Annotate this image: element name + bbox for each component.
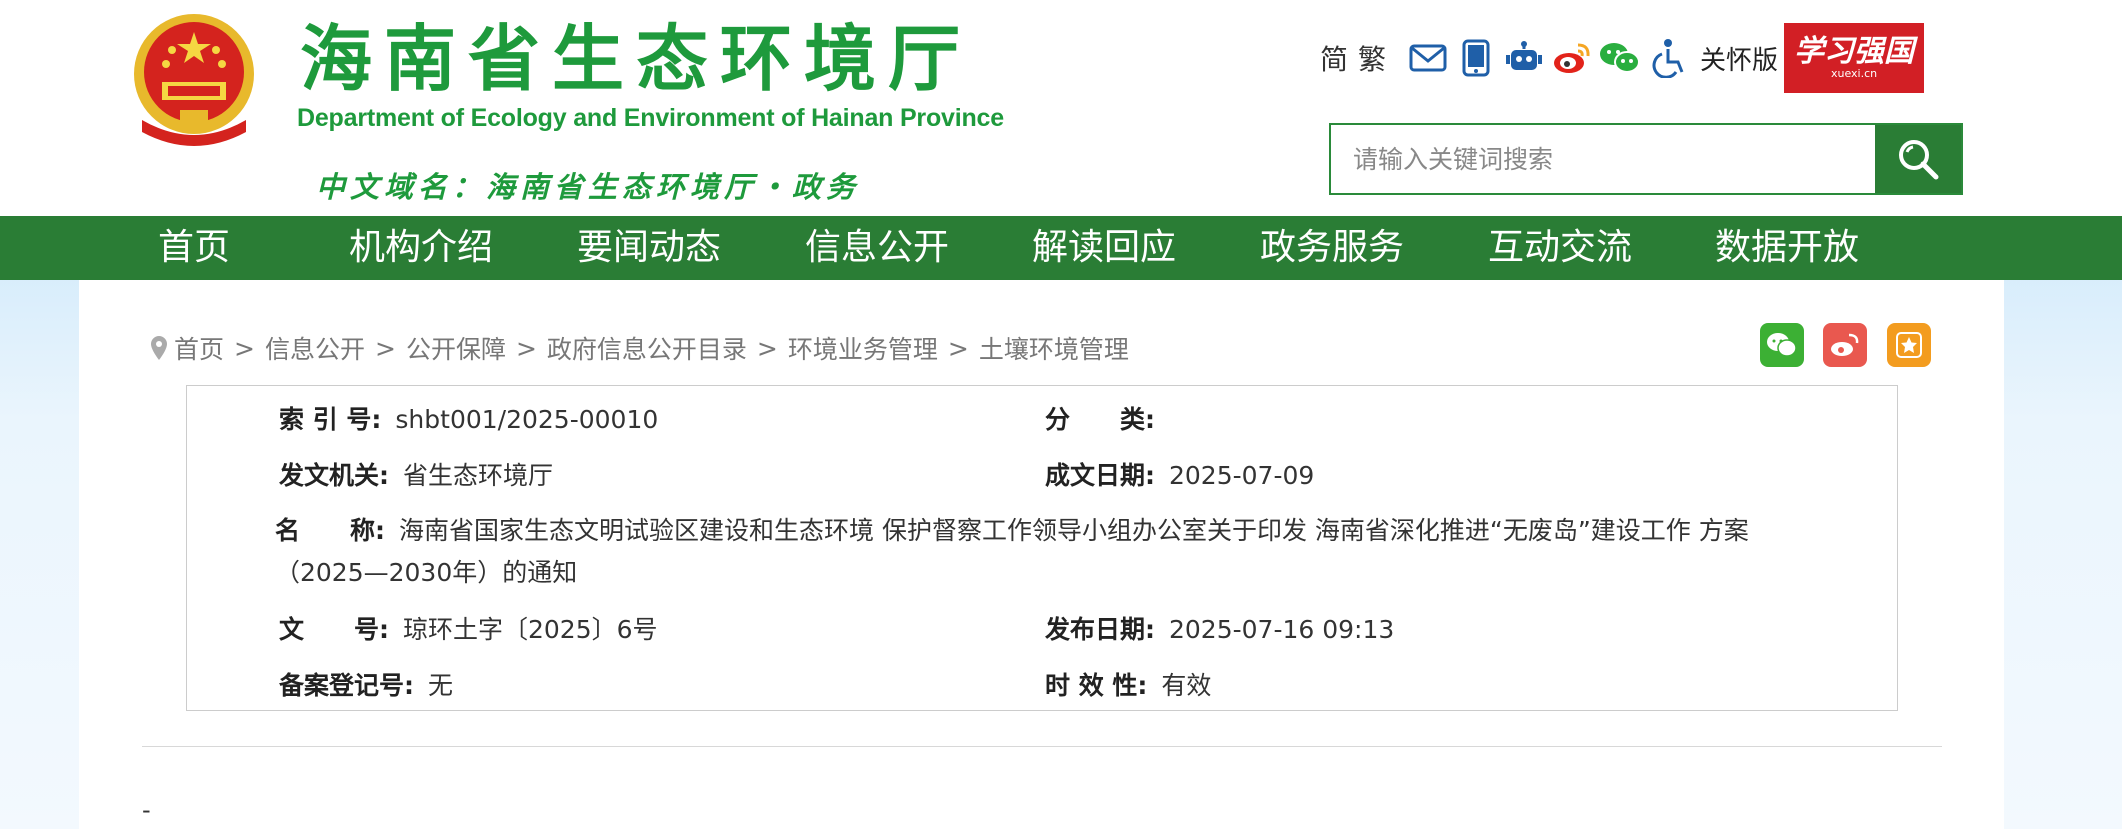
breadcrumb-disclosure-catalog[interactable]: 政府信息公开目录 — [547, 330, 747, 366]
favorite-icon[interactable] — [1887, 323, 1931, 367]
nav-item-open-data[interactable]: 数据开放 — [1715, 216, 1859, 280]
search-box — [1329, 123, 1963, 195]
meta-record-value: 无 — [428, 671, 454, 700]
meta-name-row: 名 称: 海南省国家生态文明试验区建设和生态环境 保护督察工作领导小组办公室关于印… — [275, 510, 1755, 594]
xuexi-logo-text: 学习强国 — [1794, 34, 1915, 69]
site-title: 海南省生态环境厅 — [300, 16, 973, 101]
meta-published-row: 发布日期: 2025-07-16 09:13 — [1045, 610, 1394, 646]
tablet-icon[interactable] — [1454, 36, 1498, 80]
nav-item-about[interactable]: 机构介绍 — [349, 216, 493, 280]
meta-created-value: 2025-07-09 — [1169, 461, 1315, 490]
meta-name-label: 名 称: — [275, 516, 385, 545]
xuexi-domain: xuexi.cn — [1830, 67, 1878, 80]
breadcrumb-disclosure-guarantee[interactable]: 公开保障 — [406, 330, 506, 366]
nav-item-home[interactable]: 首页 — [158, 216, 230, 280]
breadcrumb-soil-management[interactable]: 土壤环境管理 — [979, 330, 1129, 366]
meta-record-label: 备案登记号: — [279, 671, 414, 700]
breadcrumb-separator: > — [234, 333, 255, 363]
breadcrumb-separator: > — [515, 333, 537, 363]
location-pin-icon — [151, 336, 167, 360]
search-icon — [1899, 140, 1939, 180]
accessibility-icon[interactable] — [1646, 36, 1690, 80]
simplified-chinese-link[interactable]: 简 — [1320, 38, 1348, 78]
article-body-text: - — [142, 796, 151, 824]
meta-published-label: 发布日期: — [1045, 615, 1155, 644]
meta-record-row: 备案登记号: 无 — [279, 666, 453, 702]
meta-category-label: 分 类: — [1045, 405, 1155, 434]
site-domain-name: 中文域名：海南省生态环境厅・政务 — [316, 170, 861, 204]
main-navigation: 首页 机构介绍 要闻动态 信息公开 解读回应 政务服务 互动交流 数据开放 — [0, 216, 2122, 280]
traditional-chinese-link[interactable]: 繁 — [1358, 38, 1386, 78]
wechat-share-icon[interactable] — [1760, 323, 1804, 367]
meta-index-label: 索 引 号: — [279, 405, 382, 434]
nav-item-news[interactable]: 要闻动态 — [577, 216, 721, 280]
meta-name-value: 海南省国家生态文明试验区建设和生态环境 保护督察工作领导小组办公室关于印发 海南… — [275, 516, 1749, 587]
breadcrumb-home[interactable]: 首页 — [174, 330, 224, 366]
robot-icon[interactable] — [1502, 36, 1546, 80]
meta-validity-value: 有效 — [1161, 671, 1212, 700]
weibo-share-icon[interactable] — [1823, 323, 1867, 367]
nav-item-interaction[interactable]: 互动交流 — [1488, 216, 1632, 280]
meta-created-row: 成文日期: 2025-07-09 — [1045, 456, 1314, 492]
meta-category-row: 分 类: — [1045, 400, 1169, 436]
breadcrumb-separator: > — [756, 333, 778, 363]
meta-index-row: 索 引 号: shbt001/2025-00010 — [279, 400, 658, 436]
meta-validity-row: 时 效 性: 有效 — [1045, 666, 1211, 702]
nav-item-info-disclosure[interactable]: 信息公开 — [805, 216, 949, 280]
breadcrumb: 首页 > 信息公开 > 公开保障 > 政府信息公开目录 > 环境业务管理 > 土… — [150, 330, 1129, 366]
meta-issuer-row: 发文机关: 省生态环境厅 — [279, 456, 553, 492]
breadcrumb-info-disclosure[interactable]: 信息公开 — [265, 330, 365, 366]
search-input[interactable] — [1331, 125, 1875, 193]
document-metadata-table: 索 引 号: shbt001/2025-00010 分 类: 发文机关: 省生态环境… — [186, 385, 1898, 711]
nav-item-services[interactable]: 政务服务 — [1260, 216, 1404, 280]
nav-item-interpretation[interactable]: 解读回应 — [1032, 216, 1176, 280]
mail-icon[interactable] — [1406, 36, 1450, 80]
meta-created-label: 成文日期: — [1045, 461, 1155, 490]
site-subtitle: Department of Ecology and Environment of… — [297, 104, 1004, 132]
meta-published-value: 2025-07-16 09:13 — [1169, 615, 1395, 644]
meta-issuer-value: 省生态环境厅 — [403, 461, 554, 490]
meta-index-value: shbt001/2025-00010 — [395, 405, 659, 434]
breadcrumb-env-business[interactable]: 环境业务管理 — [788, 330, 938, 366]
xuexi-qiangguo-link[interactable]: 学习强国 xuexi.cn — [1784, 23, 1925, 93]
breadcrumb-separator: > — [947, 333, 969, 363]
top-toolbar: 简 繁 关怀版 学习强国 xuexi.cn — [1320, 23, 1925, 93]
content-divider — [142, 746, 1942, 747]
weibo-icon[interactable] — [1550, 36, 1594, 80]
meta-docno-value: 琼环土字〔2025〕6号 — [403, 615, 658, 644]
meta-docno-row: 文 号: 琼环土字〔2025〕6号 — [279, 610, 658, 646]
wechat-icon[interactable] — [1598, 36, 1642, 80]
meta-docno-label: 文 号: — [279, 615, 389, 644]
meta-validity-label: 时 效 性: — [1045, 671, 1148, 700]
meta-issuer-label: 发文机关: — [279, 461, 389, 490]
search-button[interactable] — [1875, 125, 1961, 193]
national-emblem-icon — [134, 14, 254, 146]
breadcrumb-separator: > — [374, 333, 396, 363]
care-mode-link[interactable]: 关怀版 — [1700, 40, 1778, 77]
